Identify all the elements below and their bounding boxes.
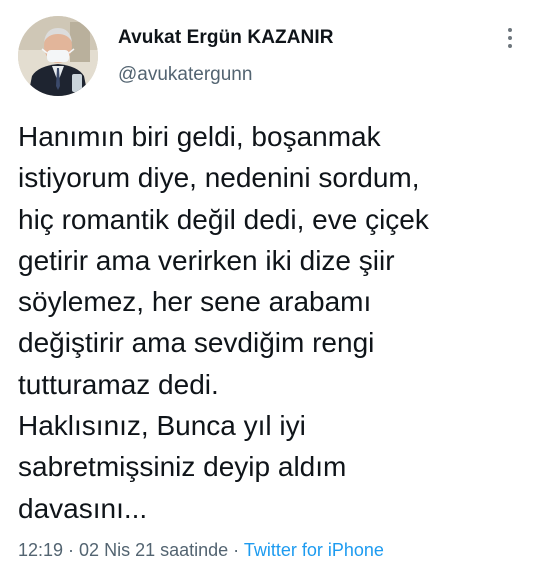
more-vertical-icon[interactable] [500,28,520,52]
tweet-date[interactable]: 02 Nis 21 saatinde [79,540,228,560]
tweet-text-line: söylemez, her sene arabamı [18,286,372,318]
tweet-text: Hanımın biri geldi, boşanmak istiyorum d… [18,116,528,529]
tweet-source-link[interactable]: Twitter for iPhone [244,540,384,560]
tweet-text-line: getirir ama verirken iki dize şiir [18,244,395,276]
tweet-text-line: değiştirir ama sevdiğim rengi [18,327,375,359]
profile-photo [18,16,98,96]
tweet-time[interactable]: 12:19 [18,540,63,560]
meta-separator: · [63,540,80,560]
tweet-text-line: davasını... [18,492,148,524]
tweet-text-line: sabretmişsiniz deyip aldım [18,451,347,483]
more-dot [508,28,512,32]
more-dot [508,36,512,40]
author-handle[interactable]: @avukatergunn [118,64,252,86]
tweet-text-line: istiyorum diye, nedenini sordum, [18,162,420,194]
meta-separator: · [228,540,244,560]
tweet-meta: 12:19 · 02 Nis 21 saatinde · Twitter for… [18,540,384,561]
tweet-text-line: Haklısınız, Bunca yıl iyi [18,410,306,442]
tweet-text-line: Hanımın biri geldi, boşanmak [18,121,381,152]
more-dot [508,44,512,48]
tweet-text-line: hiç romantik değil dedi, eve çiçek [18,203,429,235]
author-display-name[interactable]: Avukat Ergün KAZANIR [118,27,334,49]
tweet-card: Avukat Ergün KAZANIR @avukatergunn Hanım… [0,0,540,576]
avatar[interactable] [18,16,98,96]
tweet-text-line: tutturamaz dedi. [18,368,219,400]
